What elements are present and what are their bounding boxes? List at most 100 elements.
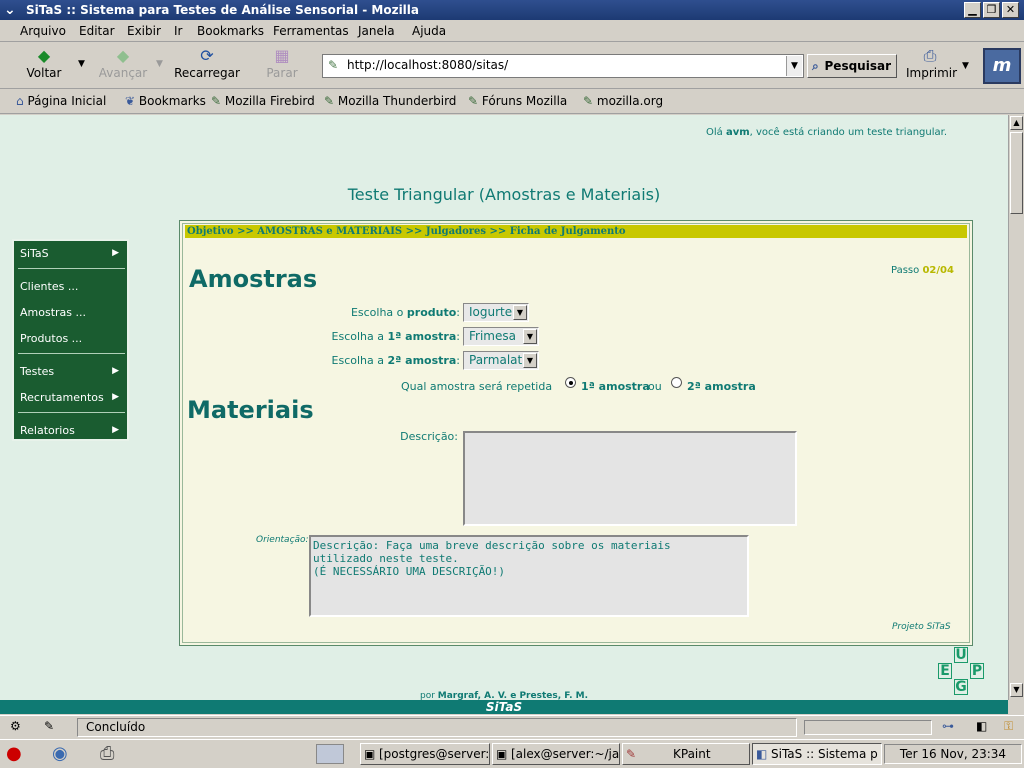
side-menu: SiTaS ▶ Clientes ... Amostras ... Produt…: [12, 239, 129, 441]
produto-label: Escolha o produto:: [350, 306, 460, 319]
bookmark-bookmarks[interactable]: ❦ Bookmarks: [125, 94, 206, 108]
menu-arquivo[interactable]: Arquivo: [20, 24, 66, 38]
menu-ir[interactable]: Ir: [174, 24, 182, 38]
url-dropdown-icon[interactable]: ▼: [786, 56, 802, 76]
page-icon: ✎: [328, 58, 339, 72]
mozilla-throbber-icon[interactable]: m: [983, 48, 1021, 84]
forward-button[interactable]: ◆ Avançar: [94, 46, 152, 80]
descricao-label: Descrição:: [400, 430, 458, 443]
task-postgres[interactable]: ▣ [postgres@server:: [360, 743, 490, 765]
bookmark-link-icon: ✎: [324, 94, 335, 108]
sidemenu-item-relatorios[interactable]: Relatorios: [20, 424, 75, 437]
menu-bookmarks[interactable]: Bookmarks: [197, 24, 264, 38]
stop-button[interactable]: ▦ Parar: [262, 46, 302, 80]
maximize-icon[interactable]: ❐: [983, 2, 1000, 18]
scroll-down-icon[interactable]: ▼: [1010, 683, 1023, 697]
bookmark-mozilla-org[interactable]: ✎ mozilla.org: [583, 94, 663, 108]
orientacao-textarea: Descrição: Faça uma breve descrição sobr…: [309, 535, 749, 617]
step-indicator: Passo 02/04: [891, 265, 954, 276]
descricao-textarea[interactable]: [463, 431, 797, 526]
chevron-right-icon: ▶: [112, 392, 119, 402]
menu-editar[interactable]: Editar: [79, 24, 115, 38]
menu-divider: [18, 268, 125, 269]
bookmark-link-icon: ✎: [211, 94, 222, 108]
menu-exibir[interactable]: Exibir: [127, 24, 161, 38]
back-arrow-icon: ◆: [37, 46, 51, 65]
close-icon[interactable]: ✕: [1002, 2, 1019, 18]
vertical-scrollbar[interactable]: ▲ ▼: [1008, 115, 1024, 700]
paint-icon: ✎: [626, 747, 637, 761]
redhat-start-icon[interactable]: ●: [6, 743, 22, 764]
sidemenu-item-produtos[interactable]: Produtos ...: [20, 332, 82, 345]
back-history-dropdown-icon[interactable]: ▼: [78, 59, 85, 69]
menu-divider: [18, 412, 125, 413]
url-bar[interactable]: ✎ ▼: [322, 54, 804, 78]
reload-button[interactable]: ⟳ Recarregar: [172, 46, 242, 80]
scroll-up-icon[interactable]: ▲: [1010, 116, 1023, 130]
radio-or-text: ou: [648, 380, 662, 393]
menu-janela[interactable]: Janela: [358, 24, 395, 38]
terminal-icon: ▣: [496, 747, 508, 761]
popup-blocker-icon[interactable]: ◧: [976, 719, 987, 733]
gear-icon[interactable]: ⚙: [10, 719, 21, 733]
minimize-icon[interactable]: ▁: [964, 2, 981, 18]
amostra1-select[interactable]: Frimesa ▼: [463, 327, 539, 346]
chevron-right-icon: ▶: [112, 248, 119, 258]
sidemenu-item-testes[interactable]: Testes: [20, 365, 54, 378]
credits: por Margraf, A. V. e Prestes, F. M.: [419, 691, 589, 700]
bookmark-link-icon: ✎: [468, 94, 479, 108]
radio-amostra1-label: 1ª amostra: [581, 380, 650, 393]
username: avm: [725, 127, 750, 138]
materiais-heading: Materiais: [187, 396, 314, 424]
task-alex[interactable]: ▣ [alex@server:~/jak: [492, 743, 620, 765]
print-button[interactable]: ⎙ Imprimir: [906, 46, 957, 80]
search-icon: ⌕: [812, 59, 819, 73]
forward-history-dropdown-icon[interactable]: ▼: [156, 59, 163, 69]
window-title: SiTaS :: Sistema para Testes de Análise …: [26, 3, 420, 17]
task-kpaint[interactable]: ✎ KPaint: [622, 743, 750, 765]
url-input[interactable]: [347, 58, 783, 72]
repetida-label: Qual amostra será repetida: [401, 380, 553, 393]
back-button[interactable]: ◆ Voltar: [22, 46, 66, 80]
bookmark-foruns-mozilla[interactable]: ✎ Fóruns Mozilla: [468, 94, 567, 108]
sidemenu-item-clientes[interactable]: Clientes ...: [20, 280, 78, 293]
amostra2-label: Escolha a 2ª amostra:: [331, 354, 460, 367]
browser-launcher-icon[interactable]: ◉: [52, 743, 68, 764]
home-icon: ⌂: [16, 94, 24, 108]
chevron-down-icon: ▼: [523, 353, 537, 368]
print-dropdown-icon[interactable]: ▼: [962, 61, 969, 71]
menu-ajuda[interactable]: Ajuda: [412, 24, 446, 38]
radio-amostra1[interactable]: [565, 377, 576, 388]
workspace-pager-icon[interactable]: [316, 744, 344, 764]
online-connection-icon[interactable]: ⊶: [942, 719, 954, 733]
sidemenu-item-amostras[interactable]: Amostras ...: [20, 306, 86, 319]
menu-bar: Arquivo Editar Exibir Ir Bookmarks Ferra…: [0, 20, 1024, 42]
chevron-right-icon: ▶: [112, 366, 119, 376]
chevron-down-icon: ▼: [513, 305, 527, 320]
radio-amostra2[interactable]: [671, 377, 682, 388]
sidemenu-item-recrutamentos[interactable]: Recrutamentos: [20, 391, 104, 404]
amostra2-select[interactable]: Parmalat ▼: [463, 351, 539, 370]
page-footer: SiTaS: [0, 700, 1008, 714]
mozilla-icon: ◧: [756, 747, 768, 761]
taskbar: ● ◉ ⎙ ▣ [postgres@server: ▣ [alex@server:~…: [0, 739, 1024, 768]
bookmark-pagina-inicial[interactable]: ⌂ Página Inicial: [16, 94, 106, 108]
project-label: Projeto SiTaS: [892, 622, 951, 632]
greeting: Olá avm, você está criando um teste tria…: [706, 127, 947, 138]
task-sitas[interactable]: ◧ SiTaS :: Sistema p: [752, 743, 882, 765]
lock-icon[interactable]: ⚿: [1004, 719, 1013, 734]
step-breadcrumb: Objetivo >> AMOSTRAS e MATERIAIS >> Julg…: [185, 225, 967, 238]
bookmark-mozilla-firebird[interactable]: ✎ Mozilla Firebird: [211, 94, 315, 108]
sidemenu-item-sitas[interactable]: SiTaS: [20, 247, 49, 260]
search-button[interactable]: ⌕ Pesquisar: [807, 54, 897, 78]
scrollbar-thumb[interactable]: [1010, 132, 1023, 214]
printer-launcher-icon[interactable]: ⎙: [100, 743, 114, 764]
radio-amostra2-label: 2ª amostra: [687, 380, 756, 393]
bookmark-mozilla-thunderbird[interactable]: ✎ Mozilla Thunderbird: [324, 94, 456, 108]
produto-select[interactable]: Iogurte ▼: [463, 303, 529, 322]
window-menu-icon[interactable]: ⌄: [4, 0, 16, 20]
composer-icon[interactable]: ✎: [44, 719, 54, 733]
menu-ferramentas[interactable]: Ferramentas: [273, 24, 349, 38]
clock[interactable]: Ter 16 Nov, 23:34: [884, 744, 1022, 764]
forward-arrow-icon: ◆: [116, 46, 130, 65]
